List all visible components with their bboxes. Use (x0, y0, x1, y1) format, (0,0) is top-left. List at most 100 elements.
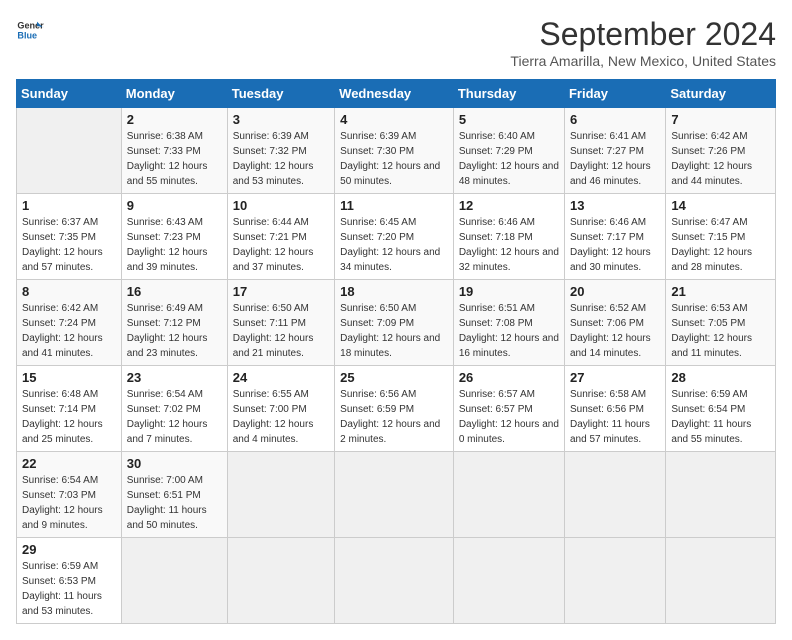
day-info: Sunrise: 6:55 AMSunset: 7:00 PMDaylight:… (233, 387, 329, 447)
calendar-cell: 5Sunrise: 6:40 AMSunset: 7:29 PMDaylight… (453, 108, 564, 194)
calendar-cell: 19 Sunrise: 6:51 AMSunset: 7:08 PMDayligh… (453, 280, 564, 366)
day-number: 26 (459, 370, 559, 385)
header-row: Sunday Monday Tuesday Wednesday Thursday… (17, 80, 776, 108)
day-info: Sunrise: 7:00 AMSunset: 6:51 PMDaylight:… (127, 473, 222, 533)
calendar-cell: 12 Sunrise: 6:46 AMSunset: 7:18 PMDayligh… (453, 194, 564, 280)
day-number: 20 (570, 284, 660, 299)
calendar-week-2: 1 Sunrise: 6:37 AMSunset: 7:35 PMDaylight… (17, 194, 776, 280)
day-info: Sunrise: 6:44 AMSunset: 7:21 PMDaylight:… (233, 215, 329, 275)
day-number: 19 (459, 284, 559, 299)
day-info: Sunrise: 6:59 AMSunset: 6:53 PMDaylight:… (22, 559, 116, 619)
calendar-cell: 1 Sunrise: 6:37 AMSunset: 7:35 PMDaylight… (17, 194, 122, 280)
day-number: 21 (671, 284, 770, 299)
day-number: 9 (127, 198, 222, 213)
col-saturday: Saturday (666, 80, 776, 108)
calendar-cell (17, 108, 122, 194)
calendar-cell: 22 Sunrise: 6:54 AMSunset: 7:03 PMDayligh… (17, 452, 122, 538)
calendar-cell: 6 Sunrise: 6:41 AMSunset: 7:27 PMDaylight… (564, 108, 665, 194)
day-number: 1 (22, 198, 116, 213)
day-info: Sunrise: 6:39 AMSunset: 7:32 PMDaylight:… (233, 129, 329, 189)
day-info: Sunrise: 6:58 AMSunset: 6:56 PMDaylight:… (570, 387, 660, 447)
calendar-cell: 4 Sunrise: 6:39 AMSunset: 7:30 PMDaylight… (335, 108, 454, 194)
calendar-cell: 23 Sunrise: 6:54 AMSunset: 7:02 PMDayligh… (121, 366, 227, 452)
calendar-cell: 30 Sunrise: 7:00 AMSunset: 6:51 PMDayligh… (121, 452, 227, 538)
day-info: Sunrise: 6:47 AMSunset: 7:15 PMDaylight:… (671, 215, 770, 275)
calendar-title: September 2024 (510, 16, 776, 53)
calendar-cell: 25 Sunrise: 6:56 AMSunset: 6:59 PMDayligh… (335, 366, 454, 452)
day-number: 6 (570, 112, 660, 127)
day-info: Sunrise: 6:39 AMSunset: 7:30 PMDaylight:… (340, 129, 448, 189)
logo: General Blue (16, 16, 44, 44)
day-number: 23 (127, 370, 222, 385)
calendar-week-4: 15Sunrise: 6:48 AMSunset: 7:14 PMDayligh… (17, 366, 776, 452)
day-info: Sunrise: 6:43 AMSunset: 7:23 PMDaylight:… (127, 215, 222, 275)
calendar-cell (121, 538, 227, 624)
day-info: Sunrise: 6:54 AMSunset: 7:02 PMDaylight:… (127, 387, 222, 447)
calendar-cell: 27Sunrise: 6:58 AMSunset: 6:56 PMDayligh… (564, 366, 665, 452)
day-number: 4 (340, 112, 448, 127)
day-number: 16 (127, 284, 222, 299)
day-info: Sunrise: 6:56 AMSunset: 6:59 PMDaylight:… (340, 387, 448, 447)
day-number: 2 (127, 112, 222, 127)
day-info: Sunrise: 6:38 AMSunset: 7:33 PMDaylight:… (127, 129, 222, 189)
calendar-cell: 17 Sunrise: 6:50 AMSunset: 7:11 PMDayligh… (227, 280, 334, 366)
day-number: 25 (340, 370, 448, 385)
day-number: 22 (22, 456, 116, 471)
day-info: Sunrise: 6:45 AMSunset: 7:20 PMDaylight:… (340, 215, 448, 275)
day-info: Sunrise: 6:50 AMSunset: 7:11 PMDaylight:… (233, 301, 329, 361)
calendar-cell (666, 538, 776, 624)
calendar-cell (564, 538, 665, 624)
col-thursday: Thursday (453, 80, 564, 108)
day-number: 28 (671, 370, 770, 385)
col-monday: Monday (121, 80, 227, 108)
calendar-cell: 20 Sunrise: 6:52 AMSunset: 7:06 PMDayligh… (564, 280, 665, 366)
calendar-week-1: 2 Sunrise: 6:38 AMSunset: 7:33 PMDaylight… (17, 108, 776, 194)
calendar-cell: 29 Sunrise: 6:59 AMSunset: 6:53 PMDayligh… (17, 538, 122, 624)
day-info: Sunrise: 6:51 AMSunset: 7:08 PMDaylight:… (459, 301, 559, 361)
calendar-cell (335, 538, 454, 624)
day-number: 8 (22, 284, 116, 299)
day-info: Sunrise: 6:50 AMSunset: 7:09 PMDaylight:… (340, 301, 448, 361)
day-info: Sunrise: 6:42 AMSunset: 7:24 PMDaylight:… (22, 301, 116, 361)
calendar-cell: 2 Sunrise: 6:38 AMSunset: 7:33 PMDaylight… (121, 108, 227, 194)
day-info: Sunrise: 6:41 AMSunset: 7:27 PMDaylight:… (570, 129, 660, 189)
calendar-cell: 14 Sunrise: 6:47 AMSunset: 7:15 PMDayligh… (666, 194, 776, 280)
day-number: 5 (459, 112, 559, 127)
day-info: Sunrise: 6:59 AMSunset: 6:54 PMDaylight:… (671, 387, 770, 447)
calendar-body: 2 Sunrise: 6:38 AMSunset: 7:33 PMDaylight… (17, 108, 776, 624)
svg-text:Blue: Blue (17, 30, 37, 40)
calendar-cell (453, 538, 564, 624)
day-info: Sunrise: 6:42 AMSunset: 7:26 PMDaylight:… (671, 129, 770, 189)
day-info: Sunrise: 6:57 AMSunset: 6:57 PMDaylight:… (459, 387, 559, 447)
day-number: 12 (459, 198, 559, 213)
calendar-cell: 16Sunrise: 6:49 AMSunset: 7:12 PMDayligh… (121, 280, 227, 366)
day-number: 10 (233, 198, 329, 213)
day-number: 13 (570, 198, 660, 213)
day-info: Sunrise: 6:54 AMSunset: 7:03 PMDaylight:… (22, 473, 116, 533)
calendar-cell: 13 Sunrise: 6:46 AMSunset: 7:17 PMDayligh… (564, 194, 665, 280)
calendar-cell: 24 Sunrise: 6:55 AMSunset: 7:00 PMDayligh… (227, 366, 334, 452)
day-number: 14 (671, 198, 770, 213)
calendar-cell (564, 452, 665, 538)
calendar-cell: 10 Sunrise: 6:44 AMSunset: 7:21 PMDayligh… (227, 194, 334, 280)
day-info: Sunrise: 6:46 AMSunset: 7:18 PMDaylight:… (459, 215, 559, 275)
day-number: 17 (233, 284, 329, 299)
calendar-cell: 26 Sunrise: 6:57 AMSunset: 6:57 PMDayligh… (453, 366, 564, 452)
title-area: September 2024 Tierra Amarilla, New Mexi… (510, 16, 776, 69)
day-number: 24 (233, 370, 329, 385)
logo-icon: General Blue (16, 16, 44, 44)
day-number: 30 (127, 456, 222, 471)
calendar-week-3: 8 Sunrise: 6:42 AMSunset: 7:24 PMDaylight… (17, 280, 776, 366)
day-number: 29 (22, 542, 116, 557)
day-info: Sunrise: 6:52 AMSunset: 7:06 PMDaylight:… (570, 301, 660, 361)
calendar-week-5: 22 Sunrise: 6:54 AMSunset: 7:03 PMDayligh… (17, 452, 776, 538)
calendar-cell: 15Sunrise: 6:48 AMSunset: 7:14 PMDayligh… (17, 366, 122, 452)
calendar-cell: 21Sunrise: 6:53 AMSunset: 7:05 PMDayligh… (666, 280, 776, 366)
day-info: Sunrise: 6:37 AMSunset: 7:35 PMDaylight:… (22, 215, 116, 275)
calendar-cell: 9 Sunrise: 6:43 AMSunset: 7:23 PMDaylight… (121, 194, 227, 280)
calendar-cell: 3Sunrise: 6:39 AMSunset: 7:32 PMDaylight… (227, 108, 334, 194)
day-number: 18 (340, 284, 448, 299)
day-number: 11 (340, 198, 448, 213)
day-info: Sunrise: 6:46 AMSunset: 7:17 PMDaylight:… (570, 215, 660, 275)
calendar-cell: 7Sunrise: 6:42 AMSunset: 7:26 PMDaylight… (666, 108, 776, 194)
